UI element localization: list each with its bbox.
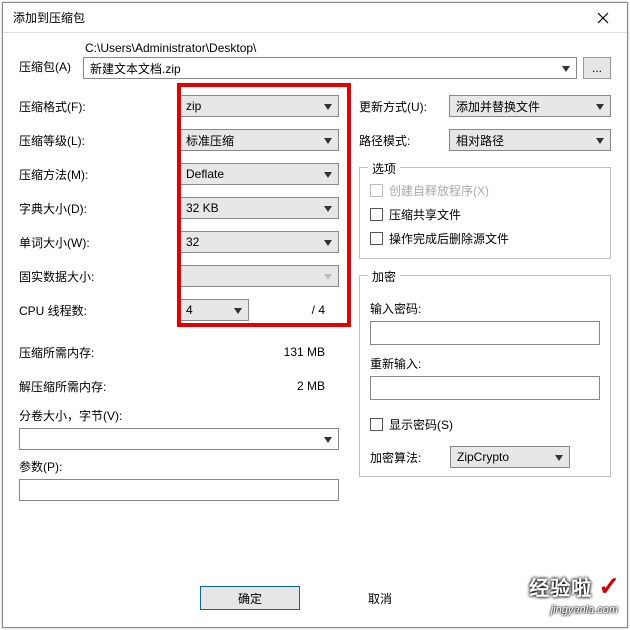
solid-label: 固实数据大小: [19,268,179,285]
checkmark-icon: ✓ [598,571,620,602]
dialog-content: 压缩包(A) C:\Users\Administrator\Desktop\ 新… [3,33,627,579]
titlebar: 添加到压缩包 [3,3,627,33]
option-delete-label: 操作完成后删除源文件 [389,230,509,247]
option-share-label: 压缩共享文件 [389,206,461,223]
encryption-legend: 加密 [368,268,400,285]
window-title: 添加到压缩包 [13,9,85,26]
word-value: 32 [186,235,199,249]
level-combo[interactable]: 标准压缩 [179,129,339,151]
archive-name-value: 新建文本文档.zip [90,60,181,77]
level-value: 标准压缩 [186,132,234,149]
option-sfx-label: 创建自释放程序(X) [389,182,489,199]
path-mode-combo[interactable]: 相对路径 [449,129,611,151]
enc-algo-value: ZipCrypto [457,450,509,464]
cancel-button-label: 取消 [368,590,392,607]
watermark-brand: 经验啦 [529,572,592,601]
chevron-down-icon [594,133,606,147]
word-combo[interactable]: 32 [179,231,339,253]
cancel-button[interactable]: 取消 [330,586,430,610]
mem-comp-value: 131 MB [179,345,339,359]
chevron-down-icon [322,201,334,215]
right-column: 更新方式(U): 添加并替换文件 路径模式: 相对路径 选项 [359,89,611,501]
mem-decomp-label: 解压缩所需内存: [19,378,179,395]
password-input[interactable] [370,321,600,345]
option-sfx-checkbox: 创建自释放程序(X) [370,178,600,202]
chevron-down-icon [322,235,334,249]
archive-label: 压缩包(A) [19,58,77,79]
ok-button-label: 确定 [238,590,262,607]
watermark-url: jingyanla.com [551,604,618,616]
repassword-label: 重新输入: [370,355,600,372]
mem-decomp-value: 2 MB [179,379,339,393]
format-combo[interactable]: zip [179,95,339,117]
options-legend: 选项 [368,160,400,177]
method-label: 压缩方法(M): [19,166,179,183]
dict-value: 32 KB [186,201,219,215]
left-column: 压缩格式(F): zip 压缩等级(L): 标准压缩 压缩方法(M): [19,89,339,501]
checkbox-box-icon [370,418,383,431]
word-label: 单词大小(W): [19,234,179,251]
mem-comp-label: 压缩所需内存: [19,344,179,361]
option-delete-checkbox[interactable]: 操作完成后删除源文件 [370,226,600,250]
path-mode-value: 相对路径 [456,132,504,149]
method-value: Deflate [186,167,224,181]
chevron-down-icon [232,303,244,317]
browse-button[interactable]: ... [583,57,611,79]
enc-algo-combo[interactable]: ZipCrypto [450,446,570,468]
chevron-down-icon [322,269,334,283]
cpu-label: CPU 线程数: [19,302,179,319]
params-label: 参数(P): [19,458,339,475]
chevron-down-icon [322,133,334,147]
show-password-label: 显示密码(S) [389,416,453,433]
cpu-threads-combo[interactable]: 4 [179,299,249,321]
method-combo[interactable]: Deflate [179,163,339,185]
enc-algo-label: 加密算法: [370,449,440,466]
checkbox-box-icon [370,184,383,197]
format-value: zip [186,99,201,113]
option-share-checkbox[interactable]: 压缩共享文件 [370,202,600,226]
chevron-down-icon [322,167,334,181]
cpu-value: 4 [186,303,193,317]
encryption-groupbox: 加密 输入密码: 重新输入: 显示密码(S) 加密算法: ZipCrypto [359,275,611,477]
update-mode-label: 更新方式(U): [359,98,449,115]
path-mode-label: 路径模式: [359,132,449,149]
cpu-total-label: / 4 [312,303,339,317]
password-label: 输入密码: [370,300,600,317]
archive-row: 压缩包(A) C:\Users\Administrator\Desktop\ 新… [19,41,611,79]
update-mode-combo[interactable]: 添加并替换文件 [449,95,611,117]
repassword-input[interactable] [370,376,600,400]
dict-label: 字典大小(D): [19,200,179,217]
close-icon [597,12,609,24]
options-groupbox: 选项 创建自释放程序(X) 压缩共享文件 操作完成后删除源文件 [359,167,611,259]
chevron-down-icon [594,99,606,113]
update-mode-value: 添加并替换文件 [456,98,540,115]
split-size-combo[interactable] [19,428,339,450]
show-password-checkbox[interactable]: 显示密码(S) [370,412,600,436]
close-button[interactable] [583,7,623,29]
columns: 压缩格式(F): zip 压缩等级(L): 标准压缩 压缩方法(M): [19,89,611,501]
chevron-down-icon [553,450,565,464]
archive-path-text: C:\Users\Administrator\Desktop\ [83,41,577,55]
params-input[interactable] [19,479,339,501]
split-label: 分卷大小，字节(V): [19,407,339,424]
archive-name-combo[interactable]: 新建文本文档.zip [83,57,577,79]
chevron-down-icon [560,61,572,75]
ok-button[interactable]: 确定 [200,586,300,610]
solid-combo [179,265,339,287]
level-label: 压缩等级(L): [19,132,179,149]
browse-button-label: ... [592,61,602,75]
chevron-down-icon [322,99,334,113]
format-label: 压缩格式(F): [19,98,179,115]
checkbox-box-icon [370,232,383,245]
checkbox-box-icon [370,208,383,221]
archive-path-wrap: C:\Users\Administrator\Desktop\ 新建文本文档.z… [83,41,577,79]
chevron-down-icon [322,432,334,446]
dialog-window: 添加到压缩包 压缩包(A) C:\Users\Administrator\Des… [2,2,628,628]
dict-combo[interactable]: 32 KB [179,197,339,219]
watermark: 经验啦 ✓ jingyanla.com [529,571,620,602]
